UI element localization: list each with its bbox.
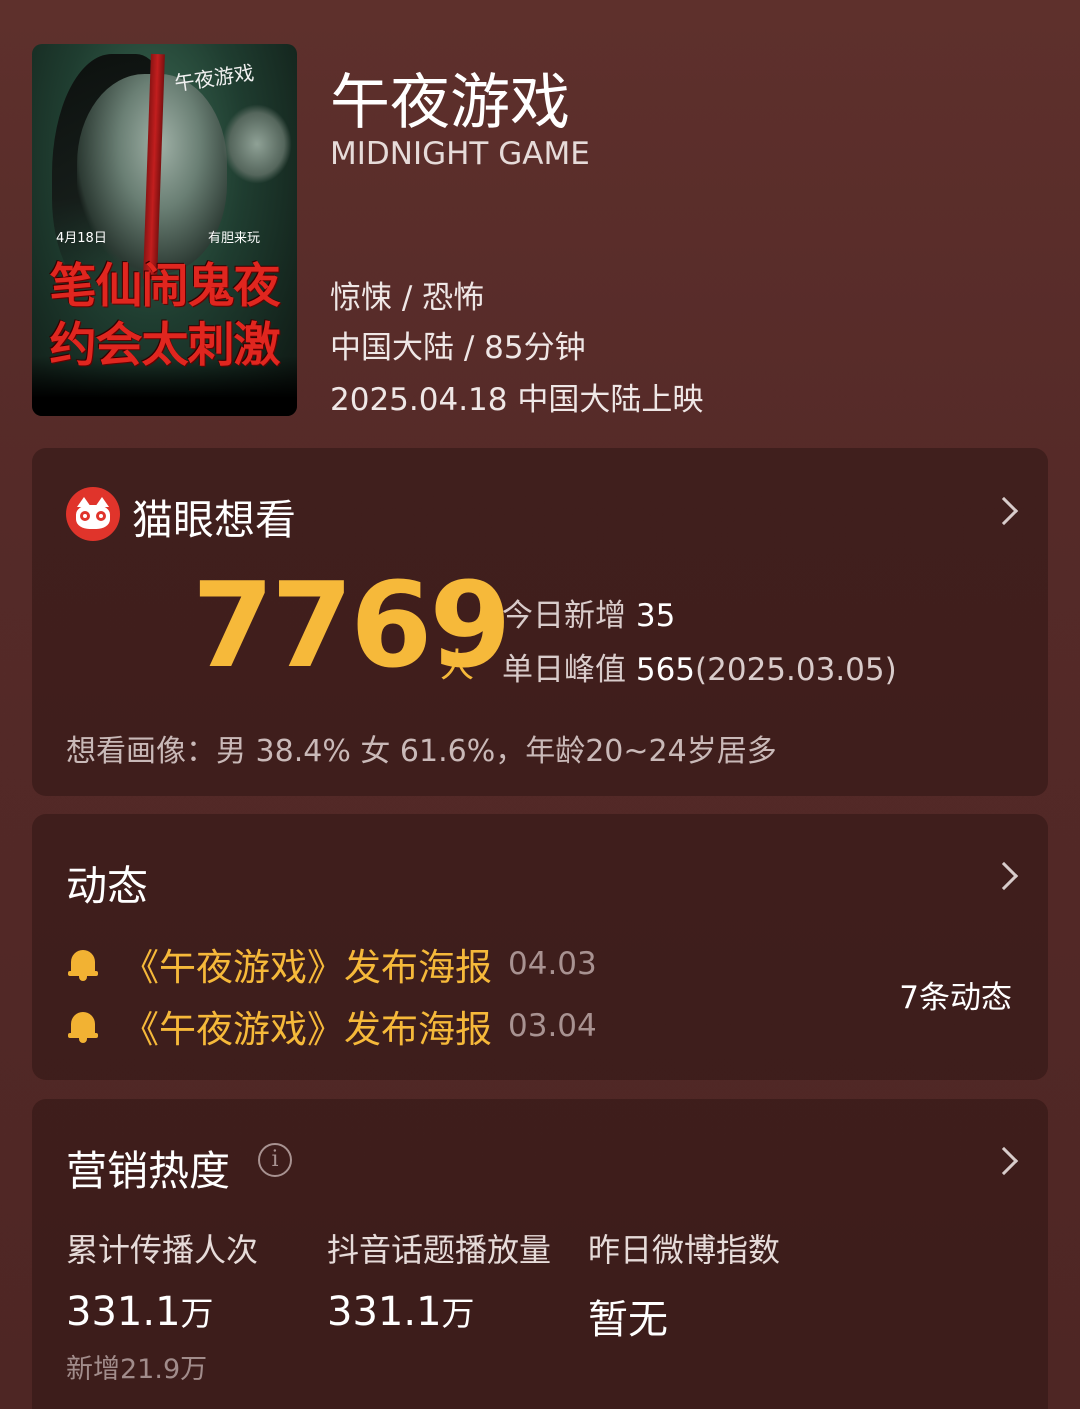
- movie-release: 2025.04.18 中国大陆上映: [330, 382, 704, 418]
- poster-tag: 有胆来玩: [208, 231, 261, 246]
- movie-genre: 惊悚 / 恐怖: [330, 280, 485, 316]
- poster-hand-art: [222, 104, 292, 184]
- today-new-stat: 今日新增 35: [502, 590, 675, 635]
- want-count-unit: 人: [440, 646, 474, 686]
- poster-logo: 午夜游戏: [172, 60, 256, 96]
- news-item-date: 03.04: [508, 1008, 597, 1044]
- news-card-title: 动态: [66, 862, 148, 910]
- metric-value-douyin: 331.1万: [327, 1289, 475, 1335]
- metric-value-spread: 331.1万: [66, 1289, 214, 1335]
- daily-peak-date: (2025.03.05): [695, 652, 897, 688]
- metric-label-spread: 累计传播人次: [66, 1231, 259, 1269]
- chevron-right-icon[interactable]: [989, 861, 1019, 891]
- chevron-right-icon[interactable]: [989, 496, 1019, 526]
- today-new-label: 今日新增: [502, 598, 626, 634]
- movie-poster[interactable]: 午夜游戏 4月18日 有胆来玩 笔仙闹鬼夜 约会太刺激: [32, 44, 297, 416]
- news-item[interactable]: 《午夜游戏》发布海报 04.03: [66, 940, 597, 989]
- metric-label-douyin: 抖音话题播放量: [327, 1231, 552, 1269]
- marketing-card[interactable]: 营销热度 i 累计传播人次 331.1万 新增21.9万 抖音话题播放量 331…: [32, 1099, 1048, 1409]
- news-count-link[interactable]: 7条动态: [899, 972, 1012, 1017]
- movie-header: 午夜游戏 4月18日 有胆来玩 笔仙闹鬼夜 约会太刺激 午夜游戏 MIDNIGH…: [32, 44, 1048, 420]
- news-item-title: 《午夜游戏》发布海报: [122, 946, 492, 989]
- daily-peak-stat: 单日峰值 565(2025.03.05): [502, 644, 897, 689]
- bell-icon: [66, 947, 100, 981]
- maoyan-cat-icon: [66, 487, 120, 541]
- bell-icon: [66, 1009, 100, 1043]
- news-item-title: 《午夜游戏》发布海报: [122, 1008, 492, 1051]
- want-to-see-card[interactable]: 猫眼想看 7769 人 今日新增 35 单日峰值 565(2025.03.05)…: [32, 448, 1048, 796]
- news-item[interactable]: 《午夜游戏》发布海报 03.04: [66, 1002, 597, 1051]
- metric-label-weibo: 昨日微博指数: [588, 1231, 781, 1269]
- metric-sub-spread: 新增21.9万: [66, 1354, 208, 1385]
- movie-title: 午夜游戏: [330, 68, 570, 138]
- news-card[interactable]: 动态 《午夜游戏》发布海报 04.03 《午夜游戏》发布海报 03.04 7条动…: [32, 814, 1048, 1080]
- daily-peak-label: 单日峰值: [502, 652, 626, 688]
- chevron-right-icon[interactable]: [989, 1146, 1019, 1176]
- metric-value-weibo: 暂无: [588, 1297, 668, 1343]
- marketing-card-title: 营销热度: [66, 1147, 230, 1195]
- movie-title-en: MIDNIGHT GAME: [330, 136, 590, 172]
- poster-slogan-line2: 约会太刺激: [49, 318, 281, 373]
- info-icon[interactable]: i: [258, 1143, 292, 1177]
- daily-peak-value: 565: [635, 652, 696, 688]
- news-item-date: 04.03: [508, 946, 597, 982]
- movie-region-duration: 中国大陆 / 85分钟: [330, 330, 586, 366]
- poster-date: 4月18日: [56, 231, 107, 246]
- audience-profile: 想看画像：男 38.4% 女 61.6%，年龄20~24岁居多: [66, 734, 777, 769]
- today-new-value: 35: [635, 598, 676, 634]
- want-card-title: 猫眼想看: [132, 496, 296, 544]
